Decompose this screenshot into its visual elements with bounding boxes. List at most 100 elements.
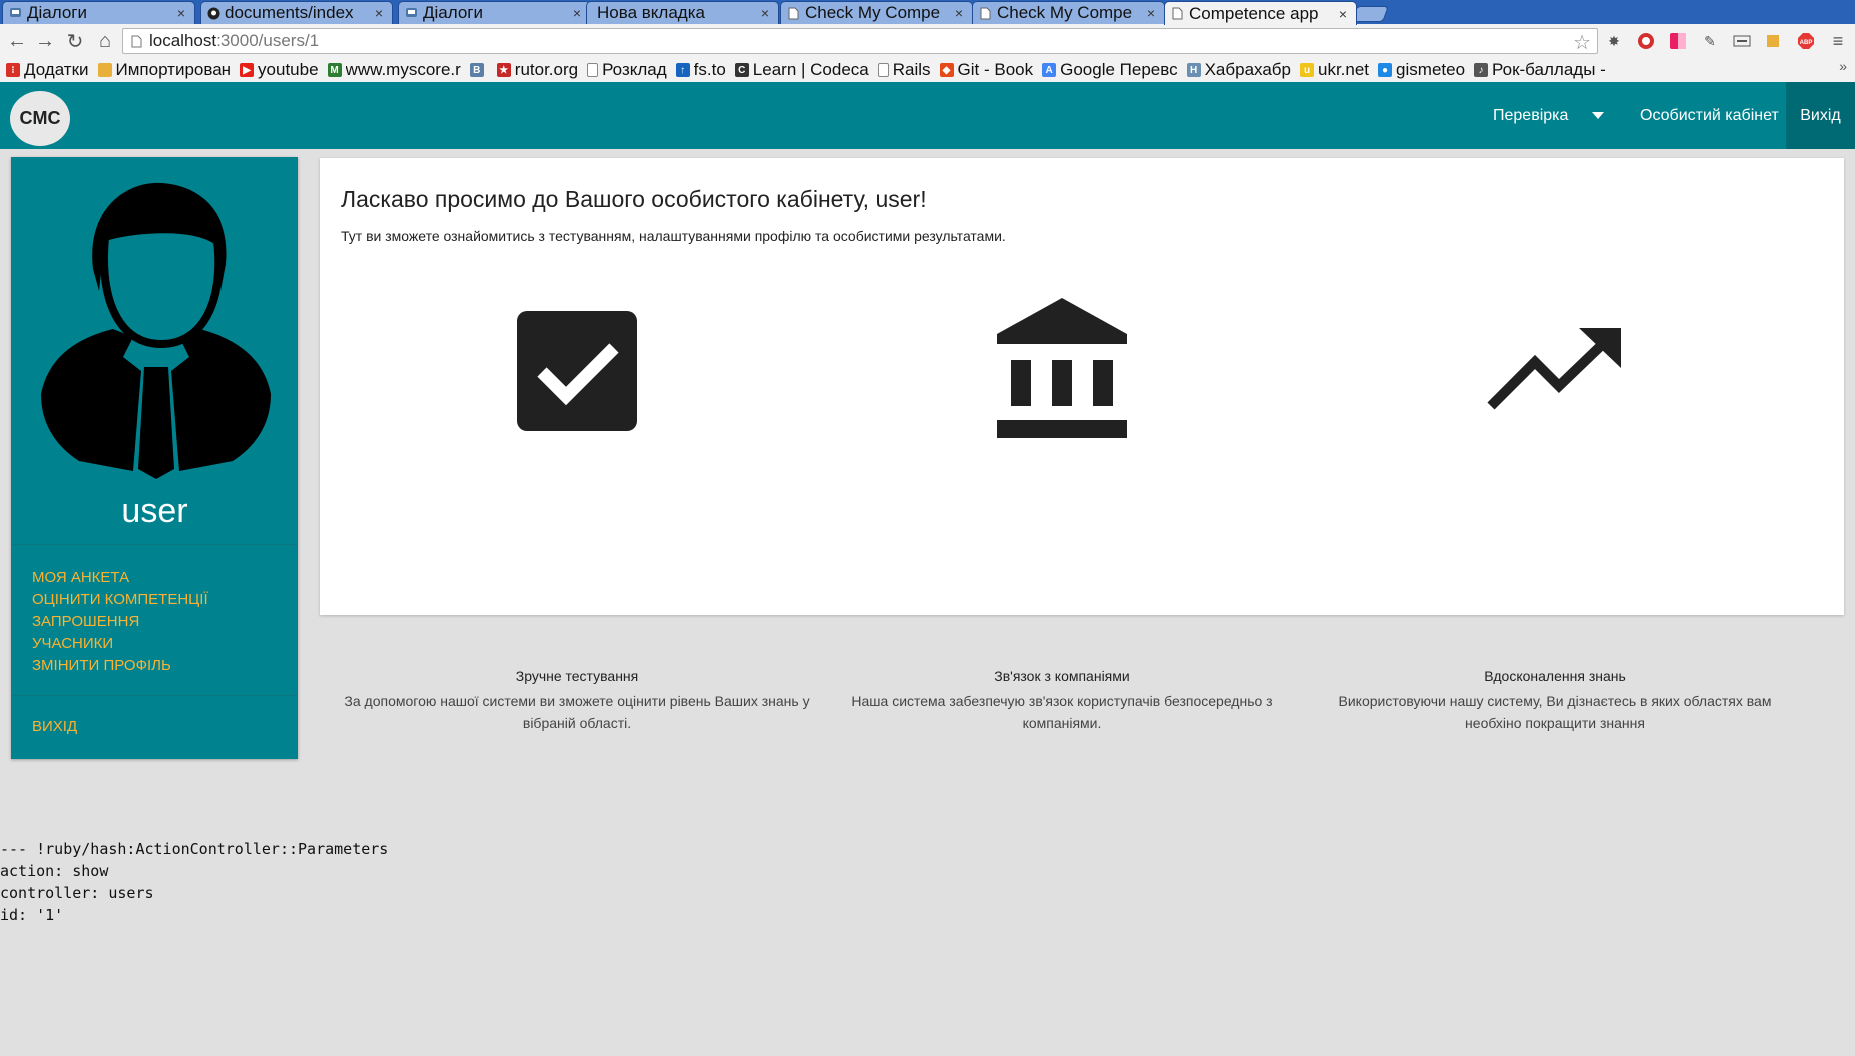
close-icon[interactable]: × <box>1336 6 1350 22</box>
sidebar-item-invitations[interactable]: ЗАПРОШЕННЯ <box>32 611 208 633</box>
reload-icon[interactable]: ↻ <box>64 30 86 53</box>
page-icon <box>877 63 889 77</box>
feature-text: Наша система забезпечую зв'язок користуп… <box>851 693 1273 731</box>
browser-tab-strip: Діалоги × documents/index × Діалоги × Но… <box>0 0 1855 25</box>
svg-text:ABP: ABP <box>1800 40 1813 46</box>
browser-tab[interactable]: Діалоги × <box>2 1 195 24</box>
forward-icon[interactable]: → <box>34 30 56 52</box>
close-icon[interactable]: × <box>372 5 386 21</box>
bookmark-item[interactable]: Импортирован <box>97 60 232 80</box>
bookmark-item[interactable]: ★ rutor.org <box>496 60 579 80</box>
github-icon <box>207 7 220 20</box>
adblock-icon[interactable]: ABP <box>1797 32 1815 50</box>
close-icon[interactable]: × <box>570 5 584 21</box>
sidebar-username: user <box>121 492 188 530</box>
bookmark-item[interactable]: ♪ Рок-баллады - <box>1474 60 1606 80</box>
bookmark-item[interactable]: ● gismeteo <box>1378 60 1465 80</box>
sidebar-item-edit-profile[interactable]: ЗМІНИТИ ПРОФІЛЬ <box>32 655 208 677</box>
tab-title: Check My Compe <box>997 3 1133 22</box>
bookmark-item[interactable]: H Хабрахабр <box>1186 60 1291 80</box>
close-icon[interactable]: × <box>174 5 188 21</box>
bookmark-label: Git - Book <box>957 60 1034 79</box>
address-bar[interactable]: localhost:3000/users/1 ☆ <box>122 28 1598 54</box>
myscore-icon: M <box>327 63 342 77</box>
feature-title: Вдосконалення знань <box>1484 668 1626 684</box>
close-icon[interactable]: × <box>952 5 966 21</box>
feature-text: Використовуючи нашу систему, Ви дізнаєте… <box>1338 693 1772 731</box>
tab-title: Нова вкладка <box>597 3 705 22</box>
bookmark-item[interactable]: ◆ Git - Book <box>939 60 1034 80</box>
back-icon[interactable]: ← <box>6 30 28 52</box>
bookmark-label: fs.to <box>693 60 726 79</box>
tab-title: Check My Compe <box>805 3 941 22</box>
bookmark-item[interactable]: ↑ fs.to <box>675 60 726 80</box>
bookmarks-overflow-icon[interactable]: » <box>1839 58 1847 74</box>
bookmark-item[interactable]: B <box>469 63 488 77</box>
drop-icon: ● <box>1378 63 1393 77</box>
home-icon[interactable]: ⌂ <box>94 30 116 52</box>
close-icon[interactable]: × <box>1144 5 1158 21</box>
bookmark-label: www.myscore.r <box>345 60 461 79</box>
bookmark-item[interactable]: Розклад <box>587 60 667 80</box>
sidebar-logout-link[interactable]: ВИХІД <box>32 718 77 735</box>
checkbox-icon <box>517 311 637 431</box>
debug-line: action: show <box>0 862 109 880</box>
bookmark-item[interactable]: A Google Перевс <box>1042 60 1178 80</box>
close-icon[interactable]: × <box>758 5 772 21</box>
bookmark-item[interactable]: Rails <box>877 60 931 80</box>
browser-tab-active[interactable]: Competence app × <box>1164 1 1357 25</box>
caret-down-icon <box>1592 112 1605 119</box>
sidebar-item-evaluate-competences[interactable]: ОЦІНИТИ КОМПЕТЕНЦІЇ <box>32 589 208 611</box>
tab-title: documents/index <box>225 3 354 22</box>
address-row: ← → ↻ ⌂ localhost:3000/users/1 ☆ ✸ ✎ ABP… <box>0 24 1855 58</box>
eyedropper-icon[interactable]: ✎ <box>1701 32 1719 50</box>
bank-icon <box>997 298 1127 438</box>
feature-testing: Зручне тестування За допомогою нашої сис… <box>342 298 812 731</box>
page-icon <box>787 7 800 20</box>
page-subtitle: Тут ви зможете ознайомитись з тестування… <box>341 228 1006 244</box>
bookmark-label: Импортирован <box>115 60 232 79</box>
sidebar-item-participants[interactable]: УЧАСНИКИ <box>32 633 208 655</box>
user-avatar-icon <box>41 179 271 479</box>
bookmark-label: gismeteo <box>1396 60 1466 79</box>
chat-icon <box>9 7 22 20</box>
bookmark-label: rutor.org <box>514 60 579 79</box>
browser-tab[interactable]: Check My Compe × <box>780 1 973 24</box>
page-icon <box>587 63 599 77</box>
tab-title: Діалоги <box>27 3 88 22</box>
folder-icon <box>97 63 112 77</box>
bookmark-label: Розклад <box>602 60 667 79</box>
nav-cabinet-link[interactable]: Особистий кабінет <box>1640 82 1779 149</box>
browser-tab[interactable]: Нова вкладка × <box>586 1 779 24</box>
opera-turbo-icon[interactable] <box>1637 32 1655 50</box>
sidebar-menu: МОЯ АНКЕТА ОЦІНИТИ КОМПЕТЕНЦІЇ ЗАПРОШЕНН… <box>32 567 208 677</box>
menu-icon[interactable]: ≡ <box>1829 31 1847 51</box>
feature-companies: Зв'язок з компаніями Наша система забезп… <box>827 298 1297 731</box>
bookmark-item[interactable]: Mwww.myscore.r <box>327 60 461 80</box>
bookmark-label: ukr.net <box>1318 60 1370 79</box>
browser-tab[interactable]: Check My Compe × <box>972 1 1165 24</box>
feature-improvement: Вдосконалення знань Використовуючи нашу … <box>1320 298 1790 731</box>
page-icon <box>1171 7 1184 20</box>
bookmark-item[interactable]: C Learn | Codeca <box>734 60 869 80</box>
bookmark-label: Learn | Codeca <box>752 60 869 79</box>
nav-logout-link[interactable]: Вихід <box>1786 82 1855 149</box>
extension-icon[interactable]: ✸ <box>1605 32 1623 50</box>
browser-tab[interactable]: documents/index × <box>200 1 393 24</box>
bookmark-item[interactable]: u ukr.net <box>1300 60 1369 80</box>
browser-tab[interactable]: Діалоги × <box>398 1 591 24</box>
color-picker-icon[interactable] <box>1669 32 1687 50</box>
nav-check-dropdown[interactable]: Перевірка <box>1493 82 1605 149</box>
tab-title: Competence app <box>1189 3 1319 23</box>
bookmark-manager-icon[interactable] <box>1765 32 1783 50</box>
app-logo[interactable]: CMC <box>10 91 70 146</box>
bookmark-star-icon[interactable]: ☆ <box>1573 30 1591 55</box>
keyboard-icon[interactable] <box>1733 32 1751 50</box>
youtube-icon: ▶ <box>240 63 255 77</box>
git-icon: ◆ <box>939 63 954 77</box>
bookmark-item[interactable]: ▶ youtube <box>240 60 319 80</box>
sidebar-item-my-profile[interactable]: МОЯ АНКЕТА <box>32 567 208 589</box>
bookmark-item[interactable]: ⁝ Додатки <box>6 60 89 80</box>
arrow-up-icon: ↑ <box>675 63 690 77</box>
feature-title: Зв'язок з компаніями <box>994 668 1130 684</box>
